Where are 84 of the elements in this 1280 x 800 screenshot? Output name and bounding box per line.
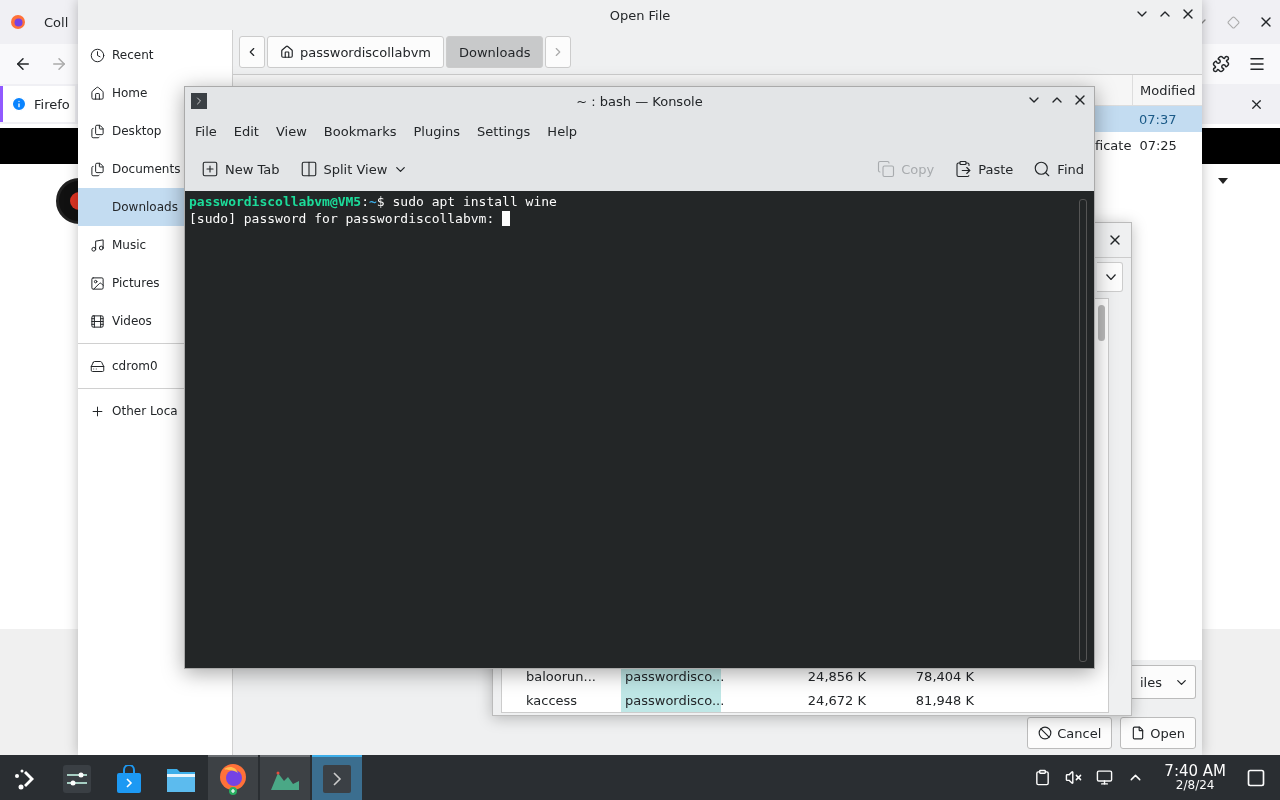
clock-icon	[90, 47, 105, 63]
shared-memory-cell-text: 78,404 K	[914, 667, 974, 686]
terminal-icon[interactable]	[191, 93, 207, 109]
new-tab-button[interactable]: New Tab	[199, 156, 282, 182]
split-button[interactable]: Split View	[297, 156, 411, 182]
back-icon[interactable]	[14, 55, 32, 73]
terminal-line: passwordiscollabvm@VM5:~$ sudo apt install wine	[189, 193, 558, 210]
open-button[interactable]: Open	[1120, 717, 1196, 749]
menu-item[interactable]: Help	[541, 123, 588, 139]
document-icon	[90, 161, 105, 177]
home-icon	[280, 45, 294, 59]
find-button[interactable]: Find	[1031, 156, 1086, 182]
info-icon	[11, 96, 27, 112]
tab-title[interactable]: Coll	[44, 14, 69, 30]
file-row[interactable]: 07:37	[1095, 106, 1202, 132]
place-item[interactable]: Downloads	[78, 188, 184, 226]
terminal-icon	[323, 764, 351, 793]
clipboard-icon[interactable]	[1034, 769, 1052, 786]
place-item[interactable]: Other Loca	[78, 392, 184, 430]
user-cell: passwordisco...	[621, 688, 721, 712]
shared-memory-cell-text: 81,948 K	[914, 691, 974, 710]
place-item[interactable]: Documents	[78, 150, 184, 188]
menu-item[interactable]: Bookmarks	[317, 123, 408, 139]
place-item[interactable]: Recent	[78, 36, 184, 74]
dropdown-icon[interactable]	[1218, 178, 1228, 184]
menu-item[interactable]: Edit	[227, 123, 270, 139]
firefox-icon[interactable]	[10, 14, 26, 30]
process-name: baloorun...	[526, 667, 597, 686]
terminal-line: [sudo] password for passwordiscollabvm:	[189, 210, 1094, 227]
clock[interactable]: 7:40 AM 2/8/24	[1164, 762, 1226, 793]
memory-cell-text: 24,672 K	[806, 691, 866, 710]
place-item[interactable]: Pictures	[78, 264, 184, 302]
document-icon	[90, 123, 105, 139]
place-item[interactable]: Home	[78, 74, 184, 112]
muted-speaker-icon[interactable]	[1065, 769, 1083, 786]
memory-cell-text: 24,856 K	[806, 667, 866, 686]
column-header[interactable]: Modified	[1132, 75, 1202, 105]
menu-item[interactable]: Settings	[471, 123, 542, 139]
cancel-button[interactable]: Cancel	[1027, 717, 1113, 749]
place-item[interactable]: cdrom0	[78, 347, 184, 385]
show-desktop-icon[interactable]	[1246, 767, 1266, 788]
menu-icon[interactable]	[1248, 55, 1266, 73]
film-icon	[90, 313, 105, 329]
firefox-icon	[218, 762, 248, 795]
cancel-icon	[1038, 726, 1053, 740]
table-cell-text: 07:25	[1138, 137, 1177, 153]
clock-date: 2/8/24	[1175, 779, 1215, 793]
file-icon	[1131, 726, 1146, 740]
search-icon	[1033, 160, 1052, 178]
table-cell-text: 07:37	[1138, 111, 1177, 127]
paste-button[interactable]: Paste	[952, 156, 1016, 182]
menu-item[interactable]: File	[189, 123, 228, 139]
home-icon	[90, 85, 105, 101]
copy-icon	[877, 160, 896, 178]
scrollbar[interactable]	[1098, 305, 1105, 341]
place-item[interactable]: Desktop	[78, 112, 184, 150]
dropdown[interactable]	[1097, 262, 1123, 292]
menu-item[interactable]: View	[269, 123, 318, 139]
window-title: Open File	[609, 7, 671, 23]
breadcrumb-button[interactable]: Downloads	[446, 36, 544, 68]
notification-text: Firefo	[34, 96, 70, 112]
columns-icon	[299, 160, 318, 178]
network-icon[interactable]	[1096, 769, 1114, 786]
place-item[interactable]: Music	[78, 226, 184, 264]
chevron-down-icon	[1106, 274, 1116, 280]
sliders-icon	[63, 764, 91, 793]
menu-item[interactable]: Plugins	[407, 123, 472, 139]
table-cell: ficate	[1095, 137, 1133, 153]
plus-icon	[90, 403, 105, 419]
scrollbar[interactable]	[1079, 199, 1087, 662]
place-item[interactable]: Videos	[78, 302, 184, 340]
puzzle-icon[interactable]	[1212, 55, 1230, 73]
image-icon	[90, 275, 105, 291]
process-name: kaccess	[526, 691, 579, 710]
shopping-bag-icon	[116, 764, 142, 793]
terminal[interactable]: passwordiscollabvm@VM5:~$ sudo apt install wine [sudo] password for passwordiscollabvm:	[185, 191, 1094, 668]
breadcrumb-button[interactable]: passwordiscollabvm	[267, 36, 444, 68]
filter-dropdown[interactable]: iles	[1132, 665, 1196, 699]
new-tab-icon	[201, 160, 219, 178]
clipboard-icon	[954, 160, 973, 178]
window-title: ~ : bash — Konsole	[576, 93, 703, 109]
clock-time: 7:40 AM	[1164, 762, 1226, 780]
music-icon	[90, 237, 105, 253]
drive-icon	[90, 358, 105, 374]
